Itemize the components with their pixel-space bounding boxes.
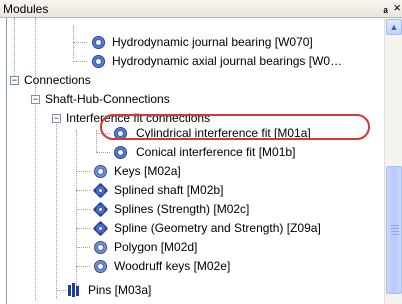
- tree-line: [14, 18, 15, 80]
- collapse-toggle[interactable]: −: [31, 95, 40, 104]
- tree-line: [76, 247, 90, 248]
- tree-item-label: Shaft-Hub-Connections: [45, 92, 170, 106]
- tree-item-label: Keys [M02a]: [114, 164, 181, 178]
- tree-line: [56, 114, 57, 299]
- tree-item-woodruff[interactable]: Woodruff keys [M02e]: [92, 258, 352, 274]
- grip-line: [391, 231, 399, 232]
- panel-title: Modules: [3, 2, 49, 16]
- vertical-scrollbar[interactable]: ▲: [384, 18, 402, 304]
- tree-line: [56, 290, 66, 291]
- tree-line: [76, 190, 90, 191]
- tree-item-splines-strength[interactable]: Splines (Strength) [M02c]: [92, 201, 352, 218]
- interference-fit-icon: [114, 146, 127, 159]
- tree-item-label: Splines (Strength) [M02c]: [114, 202, 250, 216]
- close-icon[interactable]: ×: [393, 0, 401, 15]
- pins-icon: [66, 283, 80, 297]
- tree-line: [73, 61, 87, 62]
- panel-titlebar: Modules ₐ ×: [0, 0, 402, 18]
- tree-line: [96, 152, 110, 153]
- pin-icon[interactable]: ₐ: [383, 1, 388, 15]
- tree-line: [76, 266, 90, 267]
- tree-line: [76, 209, 90, 210]
- tree-item-label: Hydrodynamic journal bearing [W070]: [112, 35, 313, 49]
- tree-line: [73, 42, 87, 43]
- tree-item[interactable]: Hydrodynamic axial journal bearings [W0…: [90, 53, 380, 69]
- tree-item-splined-shaft[interactable]: Splined shaft [M02b]: [92, 182, 352, 199]
- key-icon: [94, 165, 107, 178]
- tree-item-keys[interactable]: Keys [M02a]: [92, 163, 352, 179]
- bearing-icon: [92, 55, 105, 68]
- tree-item[interactable]: Hydrodynamic journal bearing [W070]: [90, 34, 380, 50]
- scroll-thumb[interactable]: [386, 166, 402, 294]
- bearing-icon: [92, 36, 105, 49]
- tree-line: [76, 171, 90, 172]
- polygon-icon: [94, 241, 107, 254]
- grip-line: [391, 228, 399, 229]
- tree-item-label: Woodruff keys [M02e]: [114, 259, 231, 273]
- collapse-toggle[interactable]: −: [10, 76, 19, 85]
- scroll-up-icon[interactable]: ▲: [386, 19, 402, 35]
- tree-item-conical-fit[interactable]: Conical interference fit [M01b]: [110, 144, 370, 160]
- collapse-toggle[interactable]: −: [52, 114, 61, 123]
- highlight-annotation: [100, 114, 370, 140]
- tree-item-label: Spline (Geometry and Strength) [Z09a]: [114, 221, 321, 235]
- grip-line: [391, 234, 399, 235]
- tree-item-label: Pins [M03a]: [88, 283, 152, 297]
- spline-icon: [92, 201, 109, 218]
- spline-icon: [92, 220, 109, 237]
- woodruff-key-icon: [94, 260, 107, 273]
- tree-item-label: Splined shaft [M02b]: [114, 183, 224, 197]
- grip-line: [391, 225, 399, 226]
- tree-line: [35, 96, 36, 296]
- tree-item-label: Connections: [24, 73, 91, 87]
- tree-item-label: Hydrodynamic axial journal bearings [W0…: [112, 54, 343, 68]
- tree-item-connections[interactable]: − Connections: [10, 72, 210, 88]
- tree-item-label: Polygon [M02d]: [114, 240, 198, 254]
- tree-item-polygon[interactable]: Polygon [M02d]: [92, 239, 352, 255]
- tree-item-pins[interactable]: Pins [M03a]: [66, 282, 266, 298]
- tree-item-shaft-hub[interactable]: − Shaft-Hub-Connections: [31, 91, 251, 107]
- tree-item-label: Conical interference fit [M01b]: [136, 145, 296, 159]
- tree-item-spline-geometry[interactable]: Spline (Geometry and Strength) [Z09a]: [92, 220, 382, 237]
- spline-icon: [92, 182, 109, 199]
- tree-line: [76, 228, 90, 229]
